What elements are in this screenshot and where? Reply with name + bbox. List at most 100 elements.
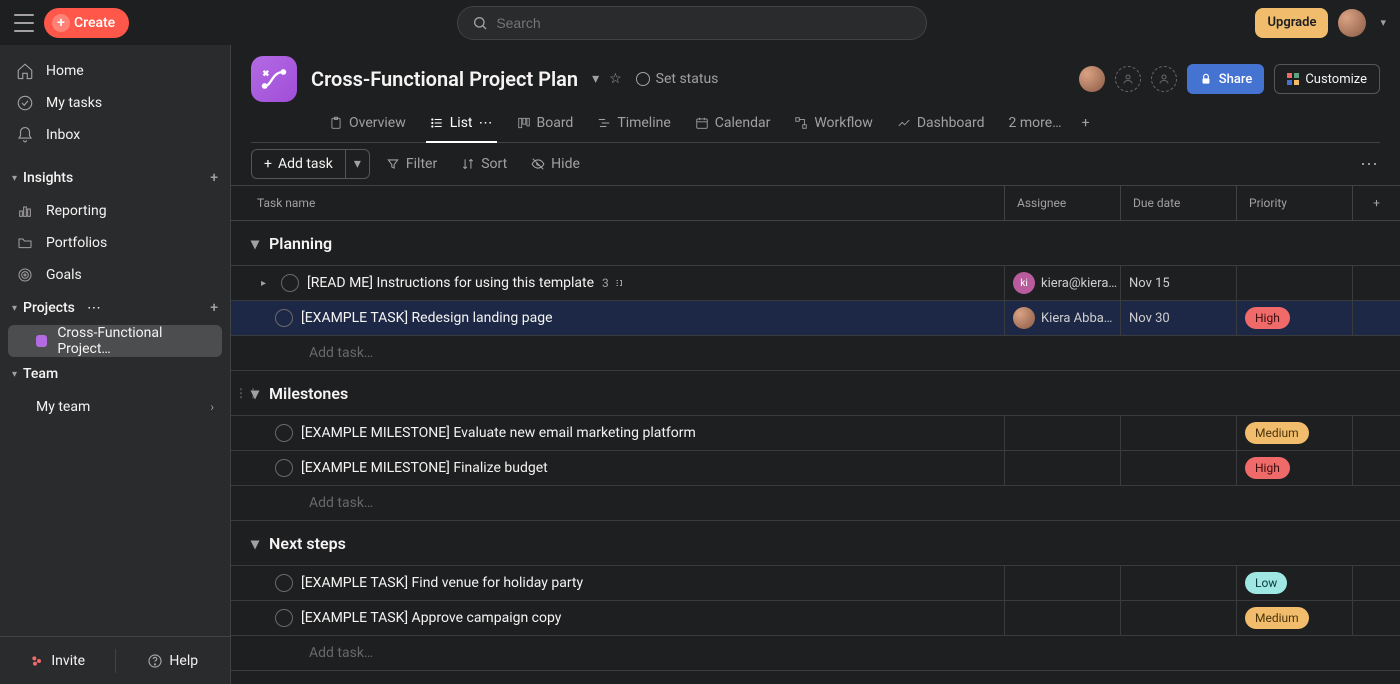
task-row[interactable]: [EXAMPLE MILESTONE] Evaluate new email m… [231,415,1400,450]
task-row[interactable]: ▸[READ ME] Instructions for using this t… [231,265,1400,300]
tab-board[interactable]: Board [505,103,586,142]
sidebar-item-goals[interactable]: Goals [0,259,230,291]
sidebar-item-inbox[interactable]: Inbox [0,119,230,151]
sidebar-project-item[interactable]: Cross-Functional Project… [8,325,222,357]
cell-priority[interactable]: Medium [1236,601,1352,635]
sort-button[interactable]: Sort [453,149,515,179]
home-icon [16,62,34,80]
plus-icon[interactable]: + [210,170,218,186]
plus-icon[interactable]: + [210,300,218,316]
chevron-down-icon[interactable]: ▾ [251,534,259,553]
section-header[interactable]: ⋮⋮▾Milestones [231,371,1400,415]
sidebar-item-portfolios[interactable]: Portfolios [0,227,230,259]
tab-dashboard[interactable]: Dashboard [885,103,997,142]
cell-assignee[interactable] [1004,566,1120,600]
member-avatar[interactable] [1079,66,1105,92]
sidebar-item-mytasks[interactable]: My tasks [0,87,230,119]
col-due-date[interactable]: Due date [1120,186,1236,220]
more-icon[interactable]: ⋯ [87,300,101,316]
task-row[interactable]: [EXAMPLE TASK] Redesign landing pageKier… [231,300,1400,335]
project-tabs: Overview List⋯ Board Timeline Calendar W… [251,103,1380,143]
chevron-down-icon[interactable]: ▾ [251,384,259,403]
section-name: Milestones [269,384,348,403]
section-header[interactable]: ▾Next steps [231,521,1400,565]
sidebar-section-team[interactable]: ▾ Team [0,357,230,391]
star-icon[interactable]: ☆ [609,71,622,87]
add-member-placeholder[interactable] [1151,66,1177,92]
col-assignee[interactable]: Assignee [1004,186,1120,220]
add-tab-button[interactable]: + [1074,103,1098,142]
user-avatar[interactable] [1338,9,1366,37]
cell-priority[interactable]: Medium [1236,416,1352,450]
complete-toggle[interactable] [275,459,293,477]
add-task-dropdown[interactable]: ▾ [346,156,369,172]
complete-toggle[interactable] [275,309,293,327]
col-task-name[interactable]: Task name [231,186,1004,220]
task-row[interactable]: [EXAMPLE MILESTONE] Finalize budgetHigh [231,450,1400,485]
cell-due-date[interactable] [1120,416,1236,450]
add-member-placeholder[interactable] [1115,66,1141,92]
menu-toggle[interactable] [14,14,34,32]
sidebar-item-reporting[interactable]: Reporting [0,195,230,227]
cell-assignee[interactable] [1004,416,1120,450]
search-input[interactable] [496,15,912,31]
cell-assignee[interactable] [1004,601,1120,635]
cell-due-date[interactable] [1120,601,1236,635]
cell-priority[interactable]: Low [1236,566,1352,600]
cell-assignee[interactable]: kikiera@kiera… [1004,266,1120,300]
add-task-button[interactable]: + Add task [252,156,345,172]
help-icon [147,653,163,669]
cell-priority[interactable] [1236,266,1352,300]
project-label: Cross-Functional Project… [57,325,210,357]
expand-icon[interactable]: ▸ [261,278,273,289]
cell-due-date[interactable] [1120,566,1236,600]
upgrade-button[interactable]: Upgrade [1255,8,1328,38]
complete-toggle[interactable] [275,574,293,592]
more-icon[interactable]: ⋯ [1360,154,1380,175]
create-button[interactable]: + Create [44,8,129,38]
section-header[interactable]: ▾Planning [231,221,1400,265]
hide-button[interactable]: Hide [523,149,588,179]
sidebar-section-insights[interactable]: ▾ Insights + [0,161,230,195]
cell-assignee[interactable] [1004,451,1120,485]
add-task-row[interactable]: Add task… [231,335,1400,370]
add-column-button[interactable]: + [1352,186,1400,220]
complete-toggle[interactable] [275,609,293,627]
cell-assignee[interactable]: Kiera Abba… [1004,301,1120,335]
invite-button[interactable]: Invite [0,653,115,669]
task-row[interactable]: [EXAMPLE TASK] Approve campaign copyMedi… [231,600,1400,635]
sidebar-team-item[interactable]: My team › [8,391,222,423]
sidebar-section-projects[interactable]: ▾ Projects ⋯ + [0,291,230,325]
board-icon [517,116,531,130]
tab-timeline[interactable]: Timeline [585,103,682,142]
set-status-button[interactable]: Set status [636,71,719,87]
complete-toggle[interactable] [275,424,293,442]
add-task-row[interactable]: Add task… [231,485,1400,520]
share-button[interactable]: Share [1187,64,1265,94]
add-task-button-group: + Add task ▾ [251,149,370,179]
chevron-down-icon[interactable]: ▾ [251,234,259,253]
cell-due-date[interactable] [1120,451,1236,485]
chevron-down-icon[interactable]: ▾ [1380,16,1386,29]
search-input-wrap[interactable] [457,6,927,40]
cell-priority[interactable]: High [1236,301,1352,335]
complete-toggle[interactable] [281,274,299,292]
task-row[interactable]: [EXAMPLE TASK] Find venue for holiday pa… [231,565,1400,600]
tab-list[interactable]: List⋯ [418,103,505,142]
tab-more-icon[interactable]: ⋯ [479,115,493,131]
tab-more[interactable]: 2 more… [997,103,1074,142]
cell-due-date[interactable]: Nov 15 [1120,266,1236,300]
help-button[interactable]: Help [116,653,231,669]
col-priority[interactable]: Priority [1236,186,1352,220]
chevron-down-icon[interactable]: ▾ [592,71,599,87]
filter-button[interactable]: Filter [378,149,445,179]
add-task-row[interactable]: Add task… [231,635,1400,670]
tab-label: 2 more… [1009,115,1062,131]
tab-workflow[interactable]: Workflow [782,103,885,142]
sidebar-item-home[interactable]: Home [0,55,230,87]
tab-overview[interactable]: Overview [317,103,418,142]
cell-due-date[interactable]: Nov 30 [1120,301,1236,335]
customize-button[interactable]: Customize [1274,64,1380,94]
tab-calendar[interactable]: Calendar [683,103,783,142]
cell-priority[interactable]: High [1236,451,1352,485]
